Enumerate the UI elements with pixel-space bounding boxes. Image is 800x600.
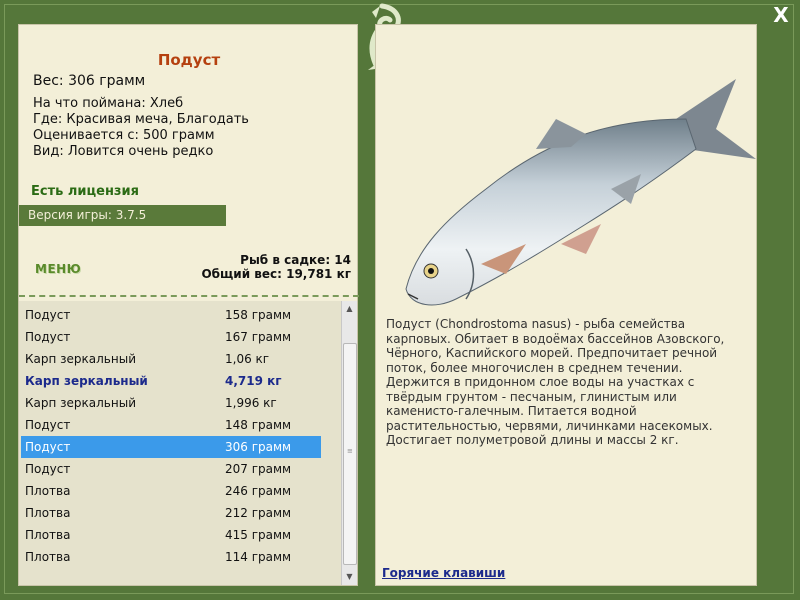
license-status: Есть лицензия	[31, 184, 139, 199]
bait-info: На что поймана: Хлеб	[33, 96, 184, 111]
window-frame: X Подуст Вес: 306 грамм На что поймана: …	[0, 0, 800, 600]
catch-fish-name: Карп зеркальный	[25, 352, 136, 366]
catch-fish-weight: 207 грамм	[225, 462, 292, 476]
catch-fish-weight: 1,996 кг	[225, 396, 277, 410]
section-divider	[19, 295, 359, 297]
scroll-down-icon[interactable]: ▼	[342, 569, 357, 585]
close-icon[interactable]: X	[773, 3, 788, 27]
catch-fish-name: Подуст	[25, 440, 71, 454]
catch-list-row[interactable]: Карп зеркальный 1,996 кг	[21, 392, 321, 414]
catch-fish-weight: 246 грамм	[225, 484, 292, 498]
catch-list-row[interactable]: Плотва 212 грамм	[21, 502, 321, 524]
catch-fish-name: Карп зеркальный	[25, 396, 136, 410]
fish-illustration	[405, 79, 756, 306]
catch-list-row[interactable]: Карп зеркальный 4,719 кг	[21, 370, 321, 392]
fish-description: Подуст (Chondrostoma nasus) - рыба семей…	[386, 317, 725, 447]
scroll-thumb[interactable]: ≡	[343, 343, 357, 565]
catch-list-row[interactable]: Подуст 306 грамм	[21, 436, 321, 458]
catch-fish-name: Плотва	[25, 528, 71, 542]
catch-stats: Рыб в садке: 14 Общий вес: 19,781 кг	[201, 253, 351, 281]
fish-weight: Вес: 306 грамм	[33, 73, 146, 89]
close-button[interactable]: X	[770, 4, 792, 26]
catch-fish-name: Подуст	[25, 330, 71, 344]
catch-fish-name: Плотва	[25, 506, 71, 520]
thumb-grip: ≡	[347, 447, 353, 455]
catch-fish-weight: 1,06 кг	[225, 352, 270, 366]
catch-list-row[interactable]: Плотва 246 грамм	[21, 480, 321, 502]
catch-list-row[interactable]: Подуст 158 грамм	[21, 304, 321, 326]
catch-list-row[interactable]: Подуст 167 грамм	[21, 326, 321, 348]
catch-fish-name: Подуст	[25, 308, 71, 322]
catch-fish-weight: 158 грамм	[225, 308, 292, 322]
catch-fish-name: Подуст	[25, 462, 71, 476]
catch-list-row[interactable]: Карп зеркальный 1,06 кг	[21, 348, 321, 370]
species-rarity-info: Вид: Ловится очень редко	[33, 144, 214, 159]
catch-fish-name: Подуст	[25, 418, 71, 432]
catch-fish-name: Карп зеркальный	[25, 374, 148, 388]
fish-detail-panel: Подуст (Chondrostoma nasus) - рыба семей…	[375, 24, 757, 586]
catch-list-row[interactable]: Плотва 415 грамм	[21, 524, 321, 546]
catch-fish-weight: 415 грамм	[225, 528, 292, 542]
total-weight: Общий вес: 19,781 кг	[201, 267, 351, 281]
catch-fish-weight: 114 грамм	[225, 550, 292, 564]
catch-list-row[interactable]: Подуст 148 грамм	[21, 414, 321, 436]
catch-list-row[interactable]: Подуст 207 грамм	[21, 458, 321, 480]
catch-fish-weight: 4,719 кг	[225, 374, 282, 388]
catch-fish-weight: 148 грамм	[225, 418, 292, 432]
fish-title: Подуст	[157, 51, 221, 69]
fish-info-panel: Подуст Вес: 306 грамм На что поймана: Хл…	[18, 24, 359, 586]
catch-list[interactable]: Подуст 158 грамм Подуст 167 грамм Карп зерка…	[19, 301, 341, 585]
catch-list-row[interactable]: Плотва 114 грамм	[21, 546, 321, 568]
catch-fish-name: Плотва	[25, 484, 71, 498]
catch-fish-weight: 306 грамм	[225, 440, 292, 454]
catch-list-scrollbar[interactable]: ▲ ≡ ▼	[341, 301, 357, 585]
catch-fish-weight: 212 грамм	[225, 506, 292, 520]
catch-fish-name: Плотва	[25, 550, 71, 564]
catch-fish-weight: 167 грамм	[225, 330, 292, 344]
location-info: Где: Красивая меча, Благодать	[33, 112, 249, 127]
game-version: Версия игры: 3.7.5	[19, 205, 226, 226]
menu-button[interactable]: МЕНЮ	[35, 262, 81, 276]
hotkeys-link[interactable]: Горячие клавиши	[382, 566, 505, 580]
valuation-info: Оценивается с: 500 грамм	[33, 128, 215, 143]
scroll-up-icon[interactable]: ▲	[342, 301, 357, 317]
fish-count: Рыб в садке: 14	[240, 253, 351, 267]
